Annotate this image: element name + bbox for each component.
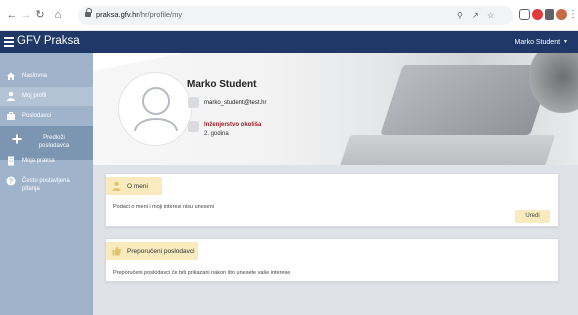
- user-menu[interactable]: Marko Student ▼: [515, 37, 568, 48]
- sidebar-item-employers[interactable]: Poslodavci: [0, 107, 93, 126]
- home-icon: [7, 72, 15, 80]
- app-header: GFV Praksa Marko Student ▼: [0, 31, 578, 53]
- briefcase-icon: [7, 112, 15, 120]
- recommended-employers-title: Preporučeni poslodavci: [127, 248, 195, 255]
- profile-avatar[interactable]: [118, 72, 192, 146]
- profile-name: Marko Student: [187, 79, 257, 90]
- about-me-card-header: O meni: [106, 177, 162, 195]
- share-icon[interactable]: ↗: [472, 10, 479, 21]
- sidebar-item-label: Često postavljena pitanja: [22, 178, 70, 192]
- back-arrow-icon[interactable]: ←: [6, 8, 18, 22]
- user-menu-name: Marko Student: [514, 39, 561, 46]
- graduation-cap-icon: [188, 121, 199, 132]
- sidebar-item-home[interactable]: Naslovna: [0, 67, 93, 86]
- url-text: praksa.gfv.hr/hr/profile/my: [96, 10, 182, 19]
- sidebar-item-label: Naslovna: [22, 73, 48, 79]
- about-me-card: O meni Podaci o meni i moji interesi nis…: [105, 173, 559, 227]
- sidebar: Naslovna Moj profil Poslodavci Predloži …: [0, 53, 93, 315]
- banner-hand-image: [529, 53, 578, 113]
- browser-toolbar: ← → ↻ ⌂ praksa.gfv.hr/hr/profile/my ⚲ ↗ …: [0, 0, 578, 31]
- plus-icon: [12, 134, 22, 144]
- thumbs-up-icon: [112, 246, 121, 256]
- profile-study-year: 2. godina: [204, 131, 229, 137]
- profile-study-program: Inženjerstvo okoliša: [204, 122, 262, 128]
- recommended-employers-text: Preporučeni poslodavci će biti prikazani…: [113, 270, 291, 276]
- url-host: praksa.gfv.hr: [96, 10, 139, 19]
- profile-banner: Marko Student marko_student@test.hr Inže…: [93, 53, 578, 165]
- reload-icon[interactable]: ↻: [34, 8, 46, 22]
- extension-red-icon[interactable]: [532, 9, 543, 20]
- banner-decoration: [93, 53, 183, 71]
- recommended-employers-header: Preporučeni poslodavci: [106, 242, 198, 260]
- svg-text:?: ?: [9, 179, 13, 186]
- forward-arrow-icon[interactable]: →: [20, 8, 32, 22]
- home-button-icon[interactable]: ⌂: [52, 8, 64, 22]
- sidebar-item-faq[interactable]: ? Često postavljena pitanja: [0, 172, 93, 198]
- recommended-employers-card: Preporučeni poslodavci Preporučeni poslo…: [105, 238, 559, 282]
- address-bar[interactable]: praksa.gfv.hr/hr/profile/my ⚲ ↗ ☆: [78, 6, 513, 25]
- profile-email: marko_student@test.hr: [204, 100, 267, 106]
- edit-button[interactable]: Uredi: [515, 210, 550, 223]
- sidebar-item-my-internship[interactable]: Moja praksa: [0, 152, 93, 171]
- sidebar-item-profile[interactable]: Moj profil: [0, 87, 93, 106]
- url-path: /hr/profile/my: [138, 10, 183, 19]
- envelope-icon: [188, 97, 199, 108]
- about-me-text: Podaci o meni i moji interesi nisu unese…: [113, 204, 214, 210]
- hamburger-menu-icon[interactable]: [4, 37, 14, 47]
- zoom-icon[interactable]: ⚲: [457, 10, 463, 21]
- user-icon: [112, 181, 121, 191]
- building-icon: [8, 156, 14, 166]
- question-icon: ?: [6, 176, 16, 186]
- app-title[interactable]: GFV Praksa: [17, 34, 80, 49]
- extension-icon[interactable]: [519, 9, 530, 20]
- puzzle-icon[interactable]: [545, 9, 554, 20]
- lock-icon: [85, 8, 92, 19]
- bookmark-star-icon[interactable]: ☆: [487, 10, 494, 21]
- user-placeholder-icon: [134, 87, 178, 132]
- kebab-menu-icon[interactable]: ⋮: [568, 8, 578, 22]
- profile-avatar-icon[interactable]: [556, 9, 567, 20]
- sidebar-item-label: Poslodavci: [22, 113, 52, 119]
- sidebar-item-label: Moj profil: [22, 93, 47, 99]
- about-me-title: O meni: [127, 183, 148, 190]
- user-icon: [7, 91, 15, 101]
- sidebar-item-label: Predloži poslodavca: [38, 135, 70, 149]
- caret-down-icon: ▼: [563, 39, 568, 45]
- sidebar-item-label: Moja praksa: [22, 158, 55, 164]
